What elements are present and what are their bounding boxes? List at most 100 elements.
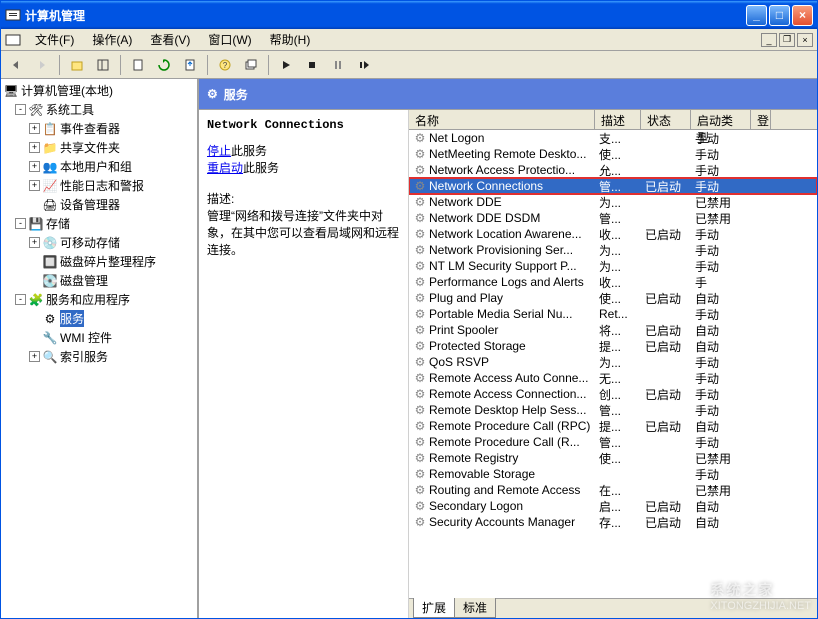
service-row[interactable]: ⚙Network Connections管...已启动手动ㅤ <box>409 178 817 194</box>
service-row[interactable]: ⚙Print Spooler将...已启动自动ㅤ <box>409 322 817 338</box>
mdi-icon <box>5 32 21 48</box>
main-pane: ⚙ 服务 Network Connections 停止此服务 重启动此服务 描述… <box>199 79 817 618</box>
titlebar[interactable]: 计算机管理 _ □ × <box>1 1 817 29</box>
expand-icon[interactable]: + <box>29 161 40 172</box>
tree-perf-logs[interactable]: +📈性能日志和警报 <box>3 176 195 195</box>
tree-system-tools[interactable]: -🛠系统工具 <box>3 100 195 119</box>
service-row[interactable]: ⚙Remote Registry使...已禁用ㅤ <box>409 450 817 466</box>
device-icon: 🖨 <box>42 197 58 213</box>
start-service-button[interactable] <box>275 54 297 76</box>
col-logon[interactable]: 登 <box>751 110 771 129</box>
service-row[interactable]: ⚙Protected Storage提...已启动自动ㅤ <box>409 338 817 354</box>
help-button[interactable]: ? <box>214 54 236 76</box>
tree-services-apps[interactable]: -🧩服务和应用程序 <box>3 290 195 309</box>
forward-button[interactable] <box>31 54 53 76</box>
menu-file[interactable]: 文件(F) <box>27 29 82 50</box>
service-row[interactable]: ⚙Plug and Play使...已启动自动ㅤ <box>409 290 817 306</box>
col-name[interactable]: 名称 <box>409 110 595 129</box>
service-icon: ⚙ <box>413 227 427 241</box>
refresh-button[interactable] <box>153 54 175 76</box>
tree-indexing[interactable]: +🔍索引服务 <box>3 347 195 366</box>
service-row[interactable]: ⚙Net Logon支...手动ㅤ <box>409 130 817 146</box>
expand-icon[interactable]: + <box>29 142 40 153</box>
expand-icon[interactable]: + <box>29 123 40 134</box>
tree-storage[interactable]: -💾存储 <box>3 214 195 233</box>
tree-shared-folders[interactable]: +📁共享文件夹 <box>3 138 195 157</box>
service-icon: ⚙ <box>413 339 427 353</box>
tree-removable[interactable]: +💿可移动存储 <box>3 233 195 252</box>
storage-icon: 💾 <box>28 216 44 232</box>
service-row[interactable]: ⚙NetMeeting Remote Deskto...使...手动ㅤ <box>409 146 817 162</box>
service-row[interactable]: ⚙Routing and Remote Access在...已禁用ㅤ <box>409 482 817 498</box>
service-row[interactable]: ⚙Network Access Protectio...允...手动ㅤ <box>409 162 817 178</box>
collapse-icon[interactable]: - <box>15 294 26 305</box>
tree-disk-mgmt[interactable]: 💽磁盘管理 <box>3 271 195 290</box>
expand-icon[interactable]: + <box>29 237 40 248</box>
restart-service-button[interactable] <box>353 54 375 76</box>
tree-root[interactable]: 🖥计算机管理(本地) <box>3 81 195 100</box>
menu-help[interactable]: 帮助(H) <box>262 29 319 50</box>
col-desc[interactable]: 描述 <box>595 110 641 129</box>
service-icon: ⚙ <box>413 163 427 177</box>
tab-extended[interactable]: 扩展 <box>413 598 455 618</box>
menu-view[interactable]: 查看(V) <box>142 29 198 50</box>
service-icon: ⚙ <box>413 403 427 417</box>
service-row[interactable]: ⚙Network DDE DSDM管...已禁用ㅤ <box>409 210 817 226</box>
service-row[interactable]: ⚙Remote Access Auto Conne...无...手动ㅤ <box>409 370 817 386</box>
mdi-close-button[interactable]: × <box>797 33 813 47</box>
service-row[interactable]: ⚙Remote Procedure Call (RPC)提...已启动自动ㅤ <box>409 418 817 434</box>
tools-icon: 🛠 <box>28 102 44 118</box>
service-row[interactable]: ⚙Secondary Logon启...已启动自动ㅤ <box>409 498 817 514</box>
service-row[interactable]: ⚙Network Provisioning Ser...为...手动ㅤ <box>409 242 817 258</box>
close-button[interactable]: × <box>792 5 813 26</box>
menu-window[interactable]: 窗口(W) <box>200 29 259 50</box>
new-window-button[interactable] <box>240 54 262 76</box>
tree-pane[interactable]: 🖥计算机管理(本地) -🛠系统工具 +📋事件查看器 +📁共享文件夹 +👥本地用户… <box>1 79 199 618</box>
service-row[interactable]: ⚙QoS RSVP为...手动ㅤ <box>409 354 817 370</box>
tree-defrag[interactable]: 🔲磁盘碎片整理程序 <box>3 252 195 271</box>
service-icon: ⚙ <box>413 179 427 193</box>
mdi-minimize-button[interactable]: _ <box>761 33 777 47</box>
list-body[interactable]: ⚙Net Logon支...手动ㅤ⚙NetMeeting Remote Desk… <box>409 130 817 598</box>
mdi-restore-button[interactable]: ❐ <box>779 33 795 47</box>
back-button[interactable] <box>5 54 27 76</box>
maximize-button[interactable]: □ <box>769 5 790 26</box>
up-button[interactable] <box>66 54 88 76</box>
collapse-icon[interactable]: - <box>15 218 26 229</box>
tree-services[interactable]: ⚙服务 <box>3 309 195 328</box>
expand-icon[interactable]: + <box>29 351 40 362</box>
stop-service-button[interactable] <box>301 54 323 76</box>
service-row[interactable]: ⚙Removable Storage手动ㅤ <box>409 466 817 482</box>
tab-standard[interactable]: 标准 <box>454 598 496 618</box>
service-row[interactable]: ⚙Security Accounts Manager存...已启动自动ㅤ <box>409 514 817 530</box>
properties-button[interactable] <box>127 54 149 76</box>
service-row[interactable]: ⚙Remote Desktop Help Sess...管...手动ㅤ <box>409 402 817 418</box>
restart-link[interactable]: 重启动 <box>207 161 243 175</box>
service-icon: ⚙ <box>413 435 427 449</box>
service-row[interactable]: ⚙Network Location Awarene...收...已启动手动ㅤ <box>409 226 817 242</box>
tree-local-users[interactable]: +👥本地用户和组 <box>3 157 195 176</box>
col-startup[interactable]: 启动类型 <box>691 110 751 129</box>
stop-link[interactable]: 停止 <box>207 144 231 158</box>
pause-service-button[interactable] <box>327 54 349 76</box>
service-row[interactable]: ⚙Remote Access Connection...创...已启动手动ㅤ <box>409 386 817 402</box>
defrag-icon: 🔲 <box>42 254 58 270</box>
service-row[interactable]: ⚙Remote Procedure Call (R...管...手动ㅤ <box>409 434 817 450</box>
computer-icon: 🖥 <box>3 83 19 99</box>
collapse-icon[interactable]: - <box>15 104 26 115</box>
service-row[interactable]: ⚙NT LM Security Support P...为...手动ㅤ <box>409 258 817 274</box>
export-button[interactable] <box>179 54 201 76</box>
show-hide-button[interactable] <box>92 54 114 76</box>
service-row[interactable]: ⚙Portable Media Serial Nu...Ret...手动ㅤ <box>409 306 817 322</box>
service-row[interactable]: ⚙Performance Logs and Alerts收...手ㅤ <box>409 274 817 290</box>
service-row[interactable]: ⚙Network DDE为...已禁用ㅤ <box>409 194 817 210</box>
col-status[interactable]: 状态 <box>641 110 691 129</box>
tab-bar: 扩展 标准 <box>409 598 817 618</box>
minimize-button[interactable]: _ <box>746 5 767 26</box>
tree-device-mgr[interactable]: 🖨设备管理器 <box>3 195 195 214</box>
tree-wmi[interactable]: 🔧WMI 控件 <box>3 328 195 347</box>
expand-icon[interactable]: + <box>29 180 40 191</box>
tree-event-viewer[interactable]: +📋事件查看器 <box>3 119 195 138</box>
service-icon: ⚙ <box>413 195 427 209</box>
menu-action[interactable]: 操作(A) <box>84 29 140 50</box>
